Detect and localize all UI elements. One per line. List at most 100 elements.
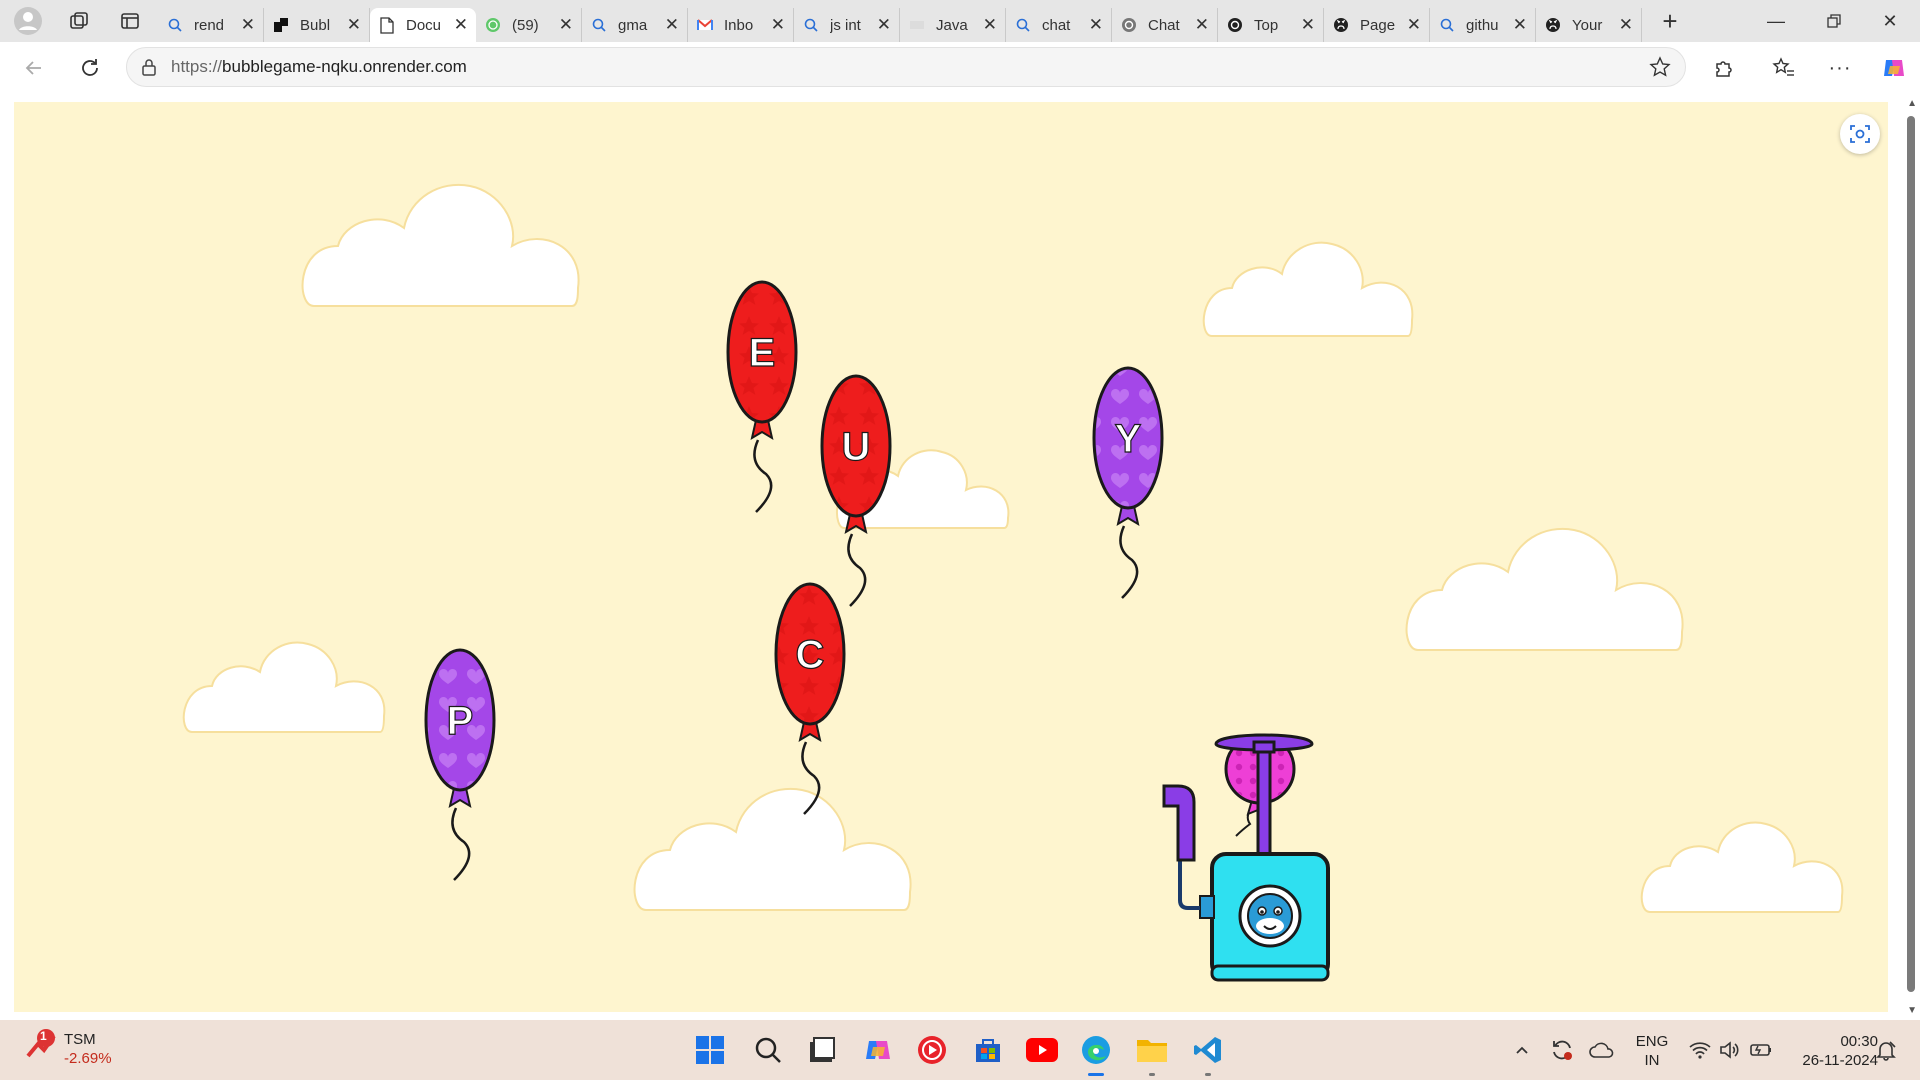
bubble-game-canvas[interactable]: EUYCPI [14, 102, 1888, 1012]
scrollbar-thumb[interactable] [1907, 116, 1915, 992]
more-menu-button[interactable]: ··· [1818, 46, 1862, 90]
tab-label: Bubl [300, 16, 331, 34]
edge-button[interactable] [1074, 1028, 1118, 1076]
back-button[interactable] [12, 46, 56, 90]
start-button[interactable] [688, 1028, 732, 1072]
app-icon [272, 16, 290, 34]
notification-bell-icon [1876, 1041, 1896, 1061]
close-window-button[interactable]: ✕ [1862, 0, 1918, 42]
tab-close-icon[interactable]: ✕ [1407, 15, 1421, 35]
browser-tab[interactable]: Chat ✕ [1112, 8, 1218, 42]
balloon-string [847, 533, 867, 607]
profile-button[interactable] [0, 0, 56, 42]
search-icon [166, 16, 184, 34]
tab-close-icon[interactable]: ✕ [559, 15, 573, 35]
stock-widget-icon[interactable]: 1 [24, 1028, 58, 1062]
task-view-button[interactable] [800, 1028, 844, 1072]
tab-close-icon[interactable]: ✕ [771, 15, 785, 35]
browser-tab[interactable]: Bubl ✕ [264, 8, 370, 42]
browser-tab[interactable]: Page ✕ [1324, 8, 1430, 42]
favorites-list-icon [1772, 57, 1794, 76]
browser-tab[interactable]: Java ✕ [900, 8, 1006, 42]
tab-actions-button[interactable] [102, 0, 158, 42]
screenshot-button[interactable] [1840, 114, 1880, 154]
tab-close-icon[interactable]: ✕ [983, 15, 997, 35]
balloon-purple[interactable]: Y [1092, 366, 1164, 599]
page-scrollbar[interactable]: ▲ ▼ [1902, 94, 1920, 1020]
balloon-red[interactable]: U [820, 374, 892, 607]
lock-icon[interactable] [127, 58, 171, 76]
balloon-red[interactable]: C [774, 582, 846, 815]
browser-tab[interactable]: Docu ✕ [370, 8, 476, 42]
browser-tab[interactable]: rend ✕ [158, 8, 264, 42]
media-player-button[interactable] [910, 1028, 954, 1072]
restore-button[interactable] [1806, 0, 1862, 42]
browser-tab[interactable]: chat ✕ [1006, 8, 1112, 42]
system-status-button[interactable] [1676, 1028, 1786, 1072]
tab-label: rend [194, 16, 225, 34]
browser-tab[interactable]: Inbo ✕ [688, 8, 794, 42]
tab-close-icon[interactable]: ✕ [1195, 15, 1209, 35]
search-icon [802, 16, 820, 34]
tab-close-icon[interactable]: ✕ [241, 15, 255, 35]
refresh-button[interactable] [68, 46, 112, 90]
store-button[interactable] [966, 1028, 1010, 1072]
browser-tab[interactable]: Top ✕ [1218, 8, 1324, 42]
running-app-indicator [1205, 1073, 1211, 1076]
tab-label: chat [1042, 16, 1071, 34]
language-indicator[interactable]: ENG IN [1632, 1032, 1672, 1070]
balloon-purple[interactable]: P [424, 648, 496, 881]
vscode-button[interactable] [1186, 1028, 1230, 1076]
browser-tab[interactable]: js int ✕ [794, 8, 900, 42]
scroll-up-arrow[interactable]: ▲ [1907, 98, 1917, 109]
copilot-button[interactable] [1872, 46, 1916, 90]
scroll-down-arrow[interactable]: ▼ [1907, 1005, 1917, 1016]
copilot-taskbar-button[interactable] [856, 1028, 900, 1072]
url-text[interactable]: https://bubblegame-nqku.onrender.com [171, 57, 467, 77]
balloon-letter: Y [1115, 417, 1142, 461]
workspaces-button[interactable] [56, 0, 102, 42]
copilot-icon [1884, 60, 1904, 76]
minimize-button[interactable]: — [1748, 0, 1804, 42]
active-app-indicator [1088, 1073, 1104, 1076]
browser-tab[interactable]: Your ✕ [1536, 8, 1642, 42]
onedrive-tray-button[interactable] [1580, 1028, 1624, 1072]
tab-label: (59) [512, 16, 539, 34]
profile-icon [14, 7, 42, 35]
tab-close-icon[interactable]: ✕ [454, 15, 468, 35]
tab-close-icon[interactable]: ✕ [1301, 15, 1315, 35]
tab-label: Page [1360, 16, 1396, 34]
address-bar[interactable]: https://bubblegame-nqku.onrender.com [126, 47, 1686, 87]
search-icon [755, 1037, 781, 1063]
restore-icon [1827, 14, 1841, 28]
show-hidden-icons-button[interactable] [1500, 1028, 1544, 1072]
balloon-string [451, 807, 471, 881]
tab-close-icon[interactable]: ✕ [1619, 15, 1633, 35]
tab-close-icon[interactable]: ✕ [665, 15, 679, 35]
tab-close-icon[interactable]: ✕ [1089, 15, 1103, 35]
extensions-button[interactable] [1702, 46, 1746, 90]
volume-icon [1720, 1041, 1739, 1059]
tab-close-icon[interactable]: ✕ [347, 15, 361, 35]
browser-tab[interactable]: (59) ✕ [476, 8, 582, 42]
sync-tray-button[interactable] [1540, 1028, 1584, 1072]
notification-badge: 1 [40, 1029, 47, 1043]
favorites-button[interactable] [1762, 46, 1806, 90]
notifications-button[interactable] [1864, 1028, 1908, 1072]
copilot-icon [866, 1041, 890, 1059]
back-arrow-icon [25, 61, 41, 75]
plus-icon: + [1662, 5, 1678, 36]
youtube-button[interactable] [1020, 1028, 1064, 1072]
browser-tab[interactable]: gma ✕ [582, 8, 688, 42]
new-tab-button[interactable]: + [1648, 0, 1692, 42]
tab-close-icon[interactable]: ✕ [1513, 15, 1527, 35]
tab-close-icon[interactable]: ✕ [877, 15, 891, 35]
browser-tab[interactable]: githu ✕ [1430, 8, 1536, 42]
cloud [633, 787, 912, 911]
stock-ticker[interactable]: TSM [64, 1030, 96, 1049]
file-explorer-button[interactable] [1130, 1028, 1174, 1076]
favorite-star-icon[interactable] [1649, 56, 1671, 83]
search-button[interactable] [746, 1028, 790, 1072]
balloon-red[interactable]: E [726, 280, 798, 513]
refresh-icon [82, 59, 98, 76]
